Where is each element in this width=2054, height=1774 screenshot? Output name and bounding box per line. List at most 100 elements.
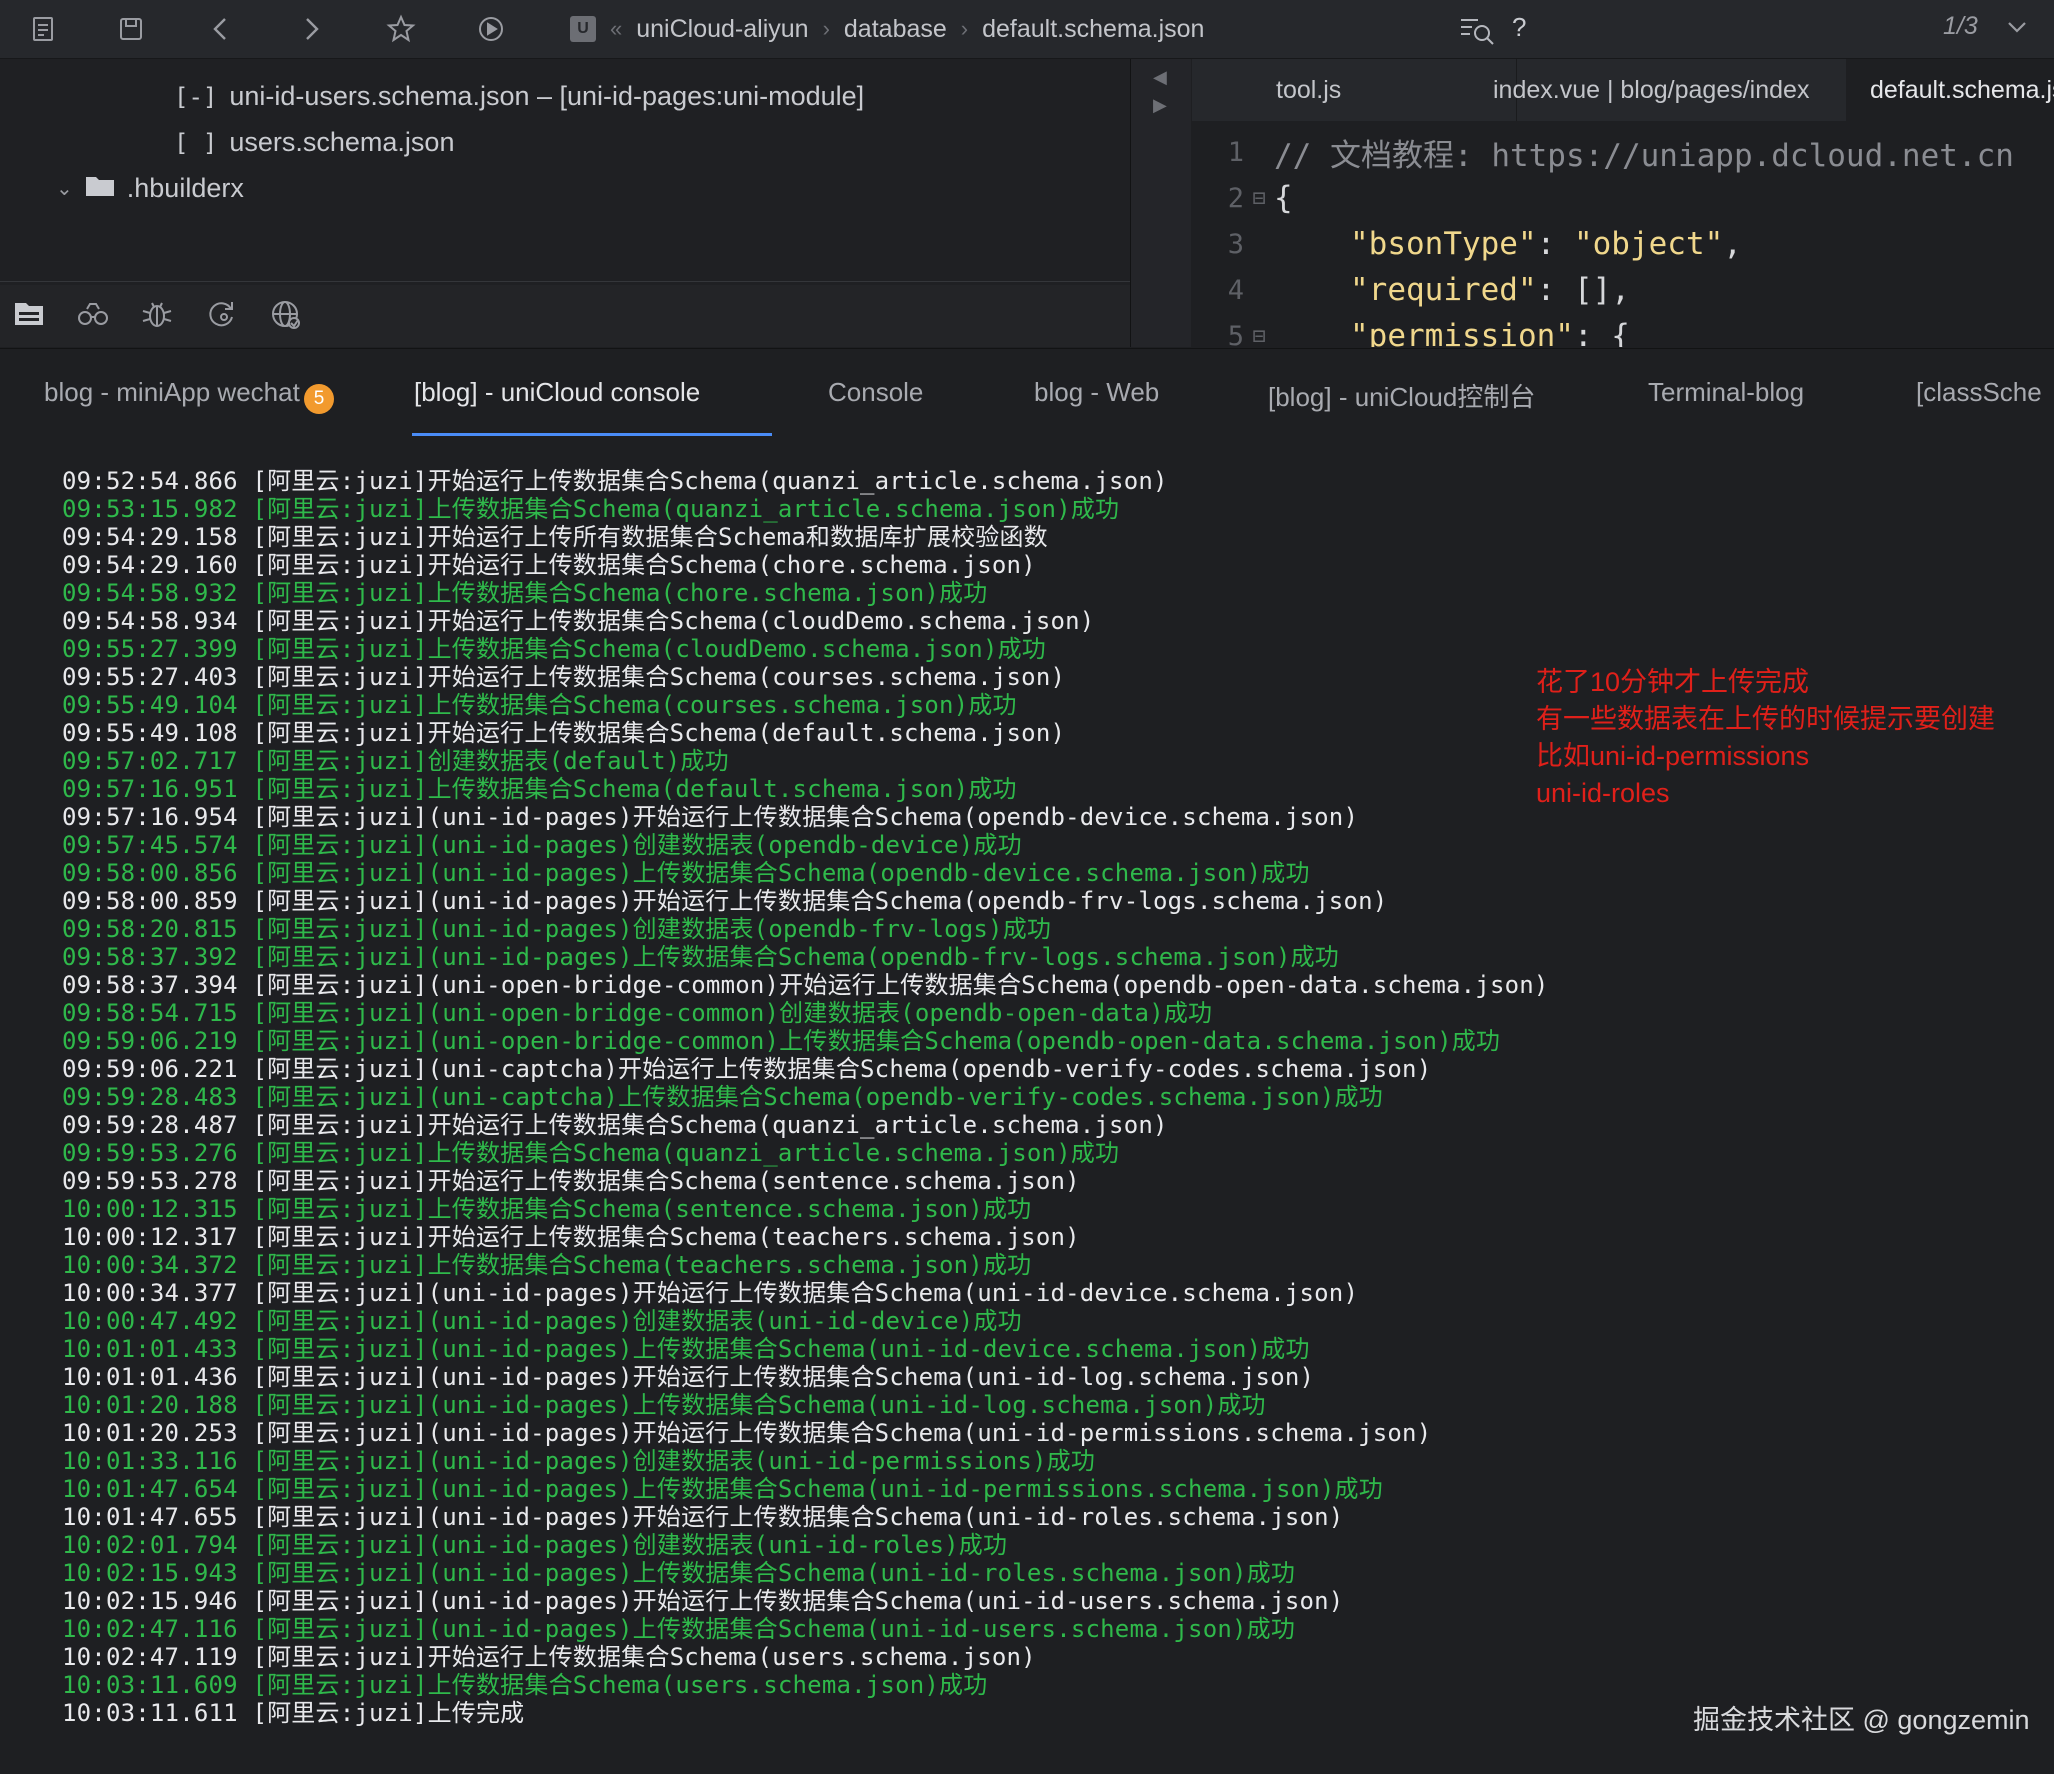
log-line: 09:59:28.483 [阿里云:juzi](uni-captcha)上传数据… <box>62 1083 1383 1111</box>
code-area[interactable]: 1 // 文档教程: https://uniapp.dcloud.net.cn … <box>1192 129 2054 348</box>
breadcrumb-item[interactable]: uniCloud-aliyun <box>636 15 808 44</box>
chevron-down-icon[interactable] <box>2004 14 2030 40</box>
log-line: 10:00:12.317 [阿里云:juzi]开始运行上传数据集合Schema(… <box>62 1223 1080 1251</box>
find-in-file-icon[interactable] <box>1458 14 1498 46</box>
tree-item-users-schema[interactable]: [ ] users.schema.json <box>174 127 454 158</box>
log-line: 10:02:47.116 [阿里云:juzi](uni-id-pages)上传数… <box>62 1615 1296 1643</box>
line-number: 5 <box>1227 320 1244 348</box>
code-line: 5 ⊟ "permission": { <box>1192 313 2054 347</box>
code-line: 2 ⊟ { <box>1192 175 2054 221</box>
fold-toggle-icon[interactable]: ⊟ <box>1244 186 1274 211</box>
tab-class-schedule[interactable]: [classSche <box>1916 377 2042 408</box>
chevron-down-icon: ⌄ <box>56 178 73 200</box>
help-button[interactable]: ? <box>1512 12 1526 43</box>
back-icon[interactable] <box>202 10 240 48</box>
log-line: 09:55:49.108 [阿里云:juzi]开始运行上传数据集合Schema(… <box>62 719 1066 747</box>
scroll-right-icon[interactable]: ▶ <box>1153 95 1167 116</box>
git-refresh-icon[interactable] <box>204 297 240 333</box>
code-value: { <box>1611 318 1630 347</box>
log-line: 09:58:37.392 [阿里云:juzi](uni-id-pages)上传数… <box>62 943 1339 971</box>
globe-icon[interactable] <box>268 297 304 333</box>
log-line: 10:02:01.794 [阿里云:juzi](uni-id-pages)创建数… <box>62 1531 1008 1559</box>
editor-tabs: tool.js index.vue | blog/pages/index def… <box>1192 59 2054 121</box>
log-line: 09:58:00.856 [阿里云:juzi](uni-id-pages)上传数… <box>62 859 1310 887</box>
log-line: 10:01:01.433 [阿里云:juzi](uni-id-pages)上传数… <box>62 1335 1310 1363</box>
chevron-right-icon: › <box>822 16 830 41</box>
tab-unicloud-console-cn[interactable]: [blog] - uniCloud控制台 <box>1268 377 1535 414</box>
console-log[interactable]: 09:52:54.866 [阿里云:juzi]开始运行上传数据集合Schema(… <box>62 467 1562 1727</box>
breadcrumb-item[interactable]: default.schema.json <box>982 15 1204 44</box>
log-line: 09:54:58.932 [阿里云:juzi]上传数据集合Schema(chor… <box>62 579 988 607</box>
annotation-line: uni-id-roles <box>1536 778 1670 808</box>
active-tab-indicator <box>412 433 772 436</box>
folder-icon <box>85 173 115 204</box>
breadcrumb-item[interactable]: database <box>844 15 947 44</box>
tab-label: default.schema.json <box>1870 75 2054 104</box>
log-line: 09:58:54.715 [阿里云:juzi](uni-open-bridge-… <box>62 999 1213 1027</box>
log-line: 10:01:20.188 [阿里云:juzi](uni-id-pages)上传数… <box>62 1391 1266 1419</box>
breadcrumb-collapse[interactable]: « <box>610 16 622 42</box>
log-line: 10:03:11.609 [阿里云:juzi]上传数据集合Schema(user… <box>62 1671 988 1699</box>
binoculars-icon[interactable] <box>76 297 112 333</box>
annotation-line: 比如uni-id-permissions <box>1536 741 1810 771</box>
annotation-line: 有一些数据表在上传的时候提示要创建 <box>1536 704 1995 734</box>
new-file-icon[interactable] <box>24 10 62 48</box>
log-line: 10:01:01.436 [阿里云:juzi](uni-id-pages)开始运… <box>62 1363 1315 1391</box>
scroll-left-icon[interactable]: ◀ <box>1153 67 1167 88</box>
tab-console[interactable]: Console <box>828 377 923 408</box>
tree-item-label: users.schema.json <box>229 127 455 157</box>
code-token: , <box>1611 272 1630 308</box>
tab-default-schema[interactable]: default.schema.json <box>1846 59 2054 121</box>
code-line: 1 // 文档教程: https://uniapp.dcloud.net.cn <box>1192 129 2054 175</box>
code-comment: // 文档教程: https://uniapp.dcloud.net.cn <box>1274 137 2014 174</box>
log-line: 09:59:06.221 [阿里云:juzi](uni-captcha)开始运行… <box>62 1055 1432 1083</box>
file-icon: [ ] <box>174 128 218 157</box>
project-explorer: [-] uni-id-users.schema.json – [uni-id-p… <box>0 59 1131 347</box>
save-icon[interactable] <box>112 10 150 48</box>
run-icon[interactable] <box>472 10 510 48</box>
tree-item-uni-id-users-schema[interactable]: [-] uni-id-users.schema.json – [uni-id-p… <box>174 81 864 112</box>
bug-icon[interactable] <box>140 297 176 333</box>
bookmark-star-icon[interactable] <box>382 10 420 48</box>
tab-blog-web[interactable]: blog - Web <box>1034 377 1159 408</box>
code-editor: tool.js index.vue | blog/pages/index def… <box>1192 59 2054 347</box>
project-folder-icon: U <box>570 16 596 42</box>
line-number: 2 <box>1227 182 1244 214</box>
tab-index-vue[interactable]: index.vue | blog/pages/index <box>1469 59 1894 121</box>
top-toolbar: U « uniCloud-aliyun › database › default… <box>0 0 2054 59</box>
file-icon: [-] <box>174 82 218 111</box>
log-line: 09:59:53.276 [阿里云:juzi]上传数据集合Schema(quan… <box>62 1139 1120 1167</box>
log-line: 09:53:15.982 [阿里云:juzi]上传数据集合Schema(quan… <box>62 495 1120 523</box>
annotation-line: 花了10分钟才上传完成 <box>1536 667 1810 697</box>
log-line: 09:54:29.160 [阿里云:juzi]开始运行上传数据集合Schema(… <box>62 551 1036 579</box>
tab-blog-miniapp-wechat[interactable]: blog - miniApp wechat <box>44 377 300 408</box>
explorer-toolbar <box>0 285 1130 347</box>
line-number: 4 <box>1227 274 1244 306</box>
code-value: "object" <box>1573 226 1724 262</box>
tree-folder-hbuilderx[interactable]: ⌄ .hbuilderx <box>56 173 244 204</box>
log-line: 09:59:28.487 [阿里云:juzi]开始运行上传数据集合Schema(… <box>62 1111 1168 1139</box>
page-indicator: 1/3 <box>1943 12 1978 40</box>
log-line: 10:00:47.492 [阿里云:juzi](uni-id-pages)创建数… <box>62 1307 1022 1335</box>
chevron-right-icon: › <box>960 16 969 41</box>
log-line: 09:55:49.104 [阿里云:juzi]上传数据集合Schema(cour… <box>62 691 1017 719</box>
tab-unicloud-console[interactable]: [blog] - uniCloud console <box>414 377 700 408</box>
fold-toggle-icon[interactable]: ⊟ <box>1244 324 1274 348</box>
log-line: 10:01:47.654 [阿里云:juzi](uni-id-pages)上传数… <box>62 1475 1383 1503</box>
log-line: 09:54:58.934 [阿里云:juzi]开始运行上传数据集合Schema(… <box>62 607 1095 635</box>
tab-label: index.vue | blog/pages/index <box>1493 75 1810 104</box>
explorer-icon[interactable] <box>12 297 48 333</box>
log-line: 09:57:16.954 [阿里云:juzi](uni-id-pages)开始运… <box>62 803 1359 831</box>
log-line: 09:59:06.219 [阿里云:juzi](uni-open-bridge-… <box>62 1027 1501 1055</box>
tab-label: tool.js <box>1276 75 1342 104</box>
tab-terminal-blog[interactable]: Terminal-blog <box>1648 377 1804 408</box>
forward-icon[interactable] <box>292 10 330 48</box>
log-line: 09:58:20.815 [阿里云:juzi](uni-id-pages)创建数… <box>62 915 1052 943</box>
line-number: 3 <box>1227 228 1244 260</box>
log-line: 10:01:20.253 [阿里云:juzi](uni-id-pages)开始运… <box>62 1419 1432 1447</box>
code-token: { <box>1274 180 1293 216</box>
log-line: 10:00:12.315 [阿里云:juzi]上传数据集合Schema(sent… <box>62 1195 1032 1223</box>
log-line: 10:02:47.119 [阿里云:juzi]开始运行上传数据集合Schema(… <box>62 1643 1036 1671</box>
log-line: 09:55:27.399 [阿里云:juzi]上传数据集合Schema(clou… <box>62 635 1047 663</box>
log-line: 10:00:34.372 [阿里云:juzi]上传数据集合Schema(teac… <box>62 1251 1032 1279</box>
